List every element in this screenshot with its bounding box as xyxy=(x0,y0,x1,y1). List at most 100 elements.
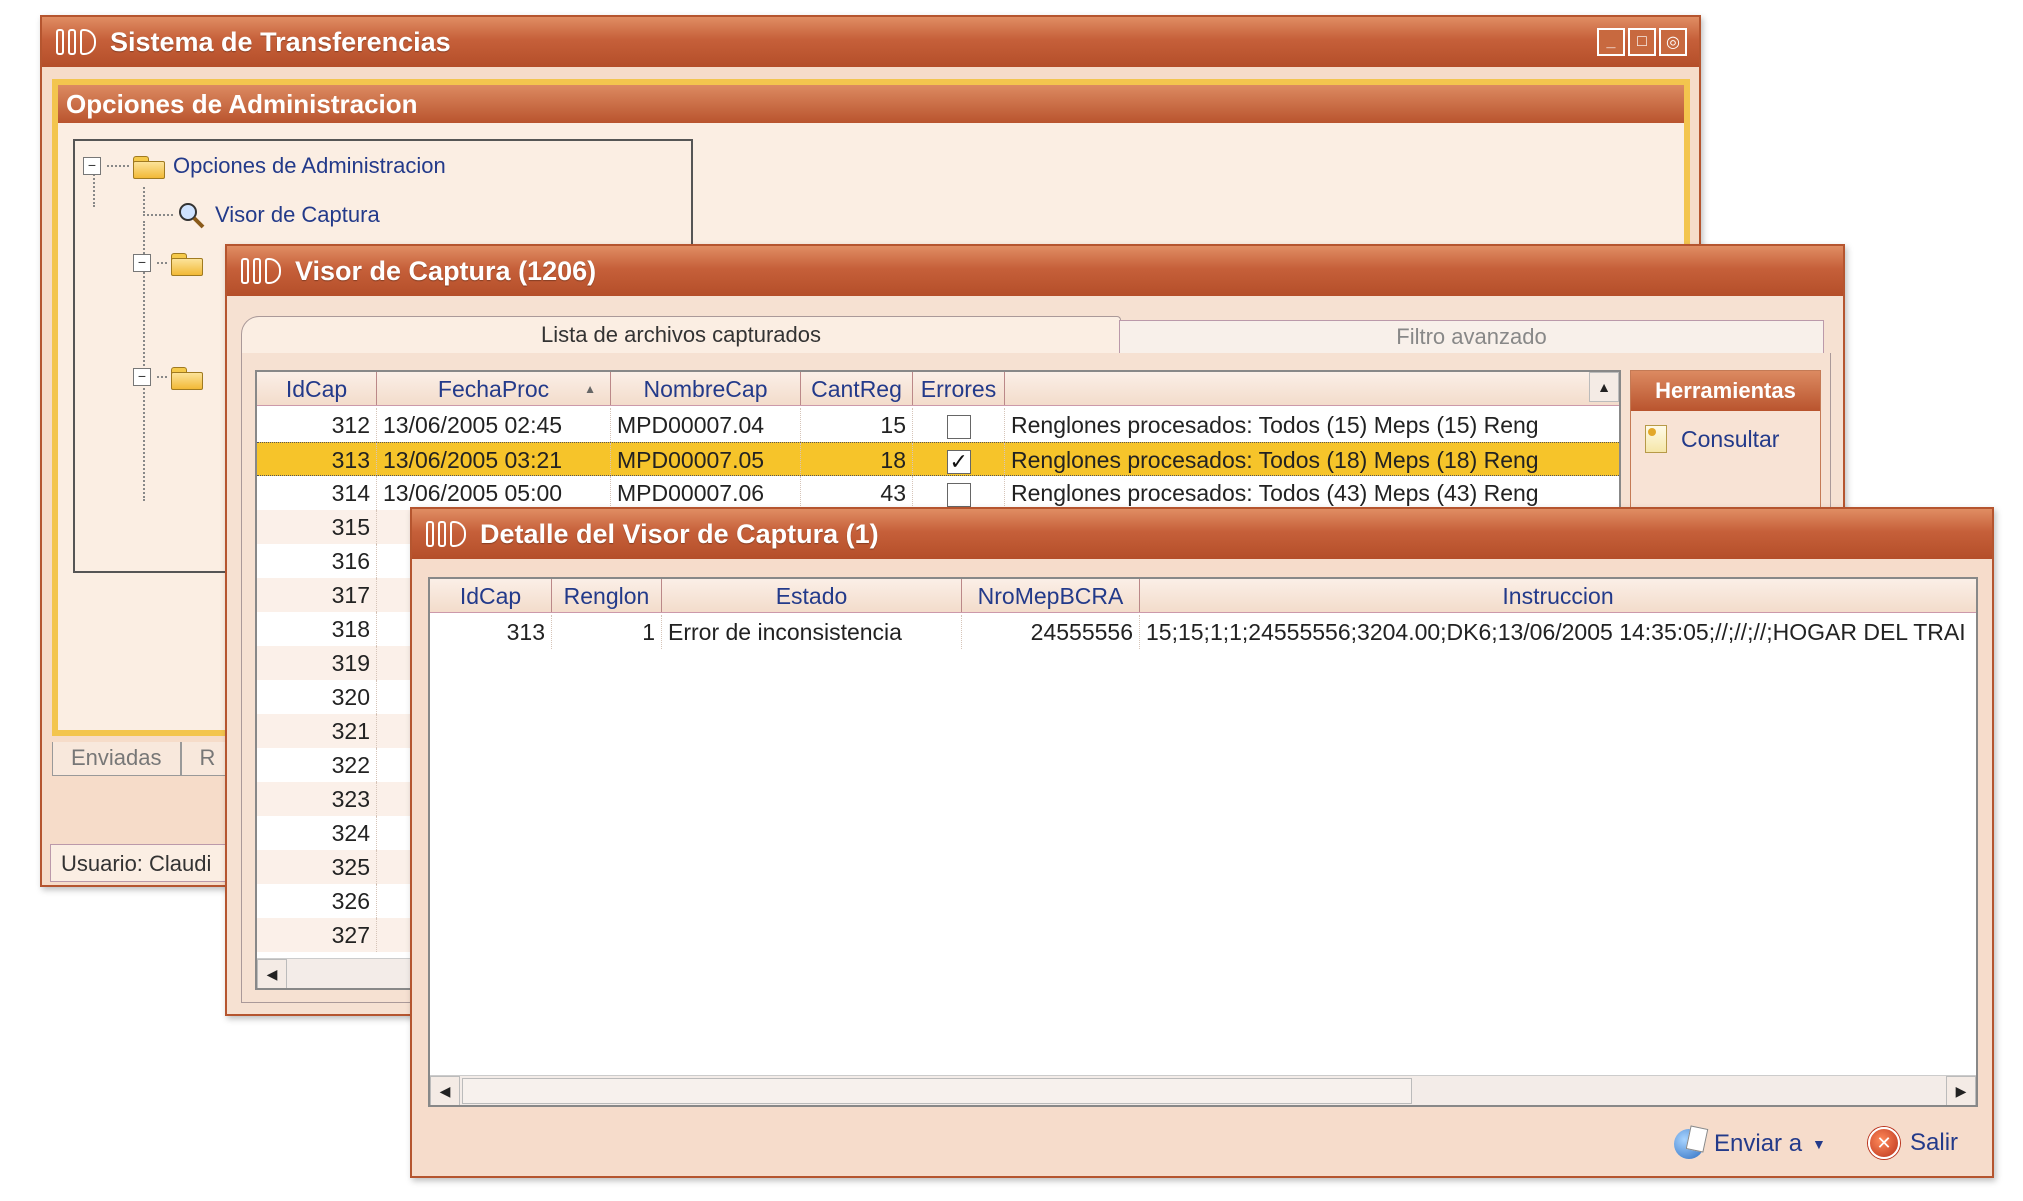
cell-idcap: 316 xyxy=(257,544,377,578)
magnifier-icon xyxy=(177,201,205,229)
scroll-left-icon[interactable]: ◀ xyxy=(257,959,287,988)
errores-checkbox[interactable] xyxy=(946,445,971,475)
admin-options-title: Opciones de Administracion xyxy=(58,85,1684,123)
cell-idcap: 313 xyxy=(430,615,552,649)
main-window-title: Sistema de Transferencias xyxy=(110,26,451,57)
cell-idcap: 312 xyxy=(257,408,377,442)
table-row[interactable]: 314 13/06/2005 05:00 MPD00007.06 43 Renglone… xyxy=(257,476,1619,510)
main-bottom-tabs: Enviadas R xyxy=(52,742,235,776)
main-title-bar[interactable]: Sistema de Transferencias _ □ ◎ xyxy=(42,17,1699,67)
salir-button[interactable]: ✕ Salir xyxy=(1868,1127,1958,1159)
cell-idcap: 315 xyxy=(257,510,377,544)
document-icon xyxy=(1645,425,1667,453)
cell-cantreg: 15 xyxy=(801,408,913,442)
minimize-icon[interactable]: _ xyxy=(1597,28,1625,56)
col-fechaproc[interactable]: FechaProc ▲ xyxy=(377,372,611,405)
tools-panel: Herramientas Consultar xyxy=(1630,370,1821,510)
detalle-window: Detalle del Visor de Captura (1) IdCap R… xyxy=(410,507,1994,1178)
cell-idcap: 326 xyxy=(257,884,377,918)
tab-lista-archivos[interactable]: Lista de archivos capturados xyxy=(241,316,1121,354)
cell-idcap: 319 xyxy=(257,646,377,680)
cell-nombrecap: MPD00007.05 xyxy=(611,443,801,475)
tools-title: Herramientas xyxy=(1631,371,1820,411)
col-renglon[interactable]: Renglon xyxy=(552,579,662,612)
sort-ascending-icon: ▲ xyxy=(584,382,596,396)
captures-table-header: IdCap FechaProc ▲ NombreCap CantReg Error… xyxy=(257,372,1619,406)
collapse-icon[interactable]: − xyxy=(83,157,101,175)
consultar-button[interactable]: Consultar xyxy=(1631,411,1820,467)
tab-filtro-avanzado[interactable]: Filtro avanzado xyxy=(1119,320,1824,354)
col-errores[interactable]: Errores xyxy=(913,372,1005,405)
col-cantreg[interactable]: CantReg xyxy=(801,372,913,405)
detalle-title-bar[interactable]: Detalle del Visor de Captura (1) xyxy=(412,509,1992,559)
salir-label: Salir xyxy=(1910,1129,1959,1156)
col-nombrecap[interactable]: NombreCap xyxy=(611,372,801,405)
tree-node-folder-3[interactable]: − xyxy=(133,365,211,390)
cell-description: Renglones procesados: Todos (18) Meps (1… xyxy=(1011,447,1539,473)
cell-idcap: 324 xyxy=(257,816,377,850)
tree-node-folder-2[interactable]: − xyxy=(133,251,211,276)
table-row[interactable]: 313 1 Error de inconsistencia 24555556 1… xyxy=(430,615,1976,649)
cell-instruccion: 15;15;1;1;24555556;3204.00;DK6;13/06/200… xyxy=(1146,619,1966,645)
cell-fechaproc: 13/06/2005 03:21 xyxy=(377,443,611,475)
visor-title-bar[interactable]: Visor de Captura (1206) xyxy=(227,246,1843,296)
enviar-a-button[interactable]: Enviar a ▼ xyxy=(1674,1129,1826,1159)
cell-cantreg: 18 xyxy=(801,443,913,475)
app-logo-icon xyxy=(241,254,283,288)
table-row[interactable]: 312 13/06/2005 02:45 MPD00007.04 15 Renglone… xyxy=(257,408,1619,442)
cell-idcap: 325 xyxy=(257,850,377,884)
cell-description: Renglones procesados: Todos (15) Meps (1… xyxy=(1011,412,1539,438)
cell-errores xyxy=(913,476,1005,510)
scroll-thumb[interactable] xyxy=(462,1078,1412,1104)
visor-tabs: Lista de archivos capturados Filtro avan… xyxy=(241,316,1831,354)
cell-idcap: 327 xyxy=(257,918,377,952)
folder-open-icon xyxy=(171,365,203,390)
col-idcap[interactable]: IdCap xyxy=(430,579,552,612)
cell-estado: Error de inconsistencia xyxy=(662,615,962,649)
visor-window-title: Visor de Captura (1206) xyxy=(295,255,597,286)
exit-icon: ✕ xyxy=(1868,1127,1900,1159)
col-idcap[interactable]: IdCap xyxy=(257,372,377,405)
cell-cantreg: 43 xyxy=(801,476,913,510)
cell-idcap: 322 xyxy=(257,748,377,782)
maximize-icon[interactable]: □ xyxy=(1628,28,1656,56)
collapse-icon[interactable]: − xyxy=(133,254,151,272)
cell-description: Renglones procesados: Todos (43) Meps (4… xyxy=(1011,480,1539,506)
folder-open-icon xyxy=(171,251,203,276)
col-estado[interactable]: Estado xyxy=(662,579,962,612)
tree-node-visor-label: Visor de Captura xyxy=(215,202,380,227)
errores-checkbox[interactable] xyxy=(946,482,971,507)
detail-hscrollbar[interactable]: ◀ ▶ xyxy=(430,1075,1976,1105)
close-icon[interactable]: ◎ xyxy=(1659,28,1687,56)
tree-node-root[interactable]: − Opciones de Administracion xyxy=(83,153,446,179)
enviar-a-label: Enviar a xyxy=(1714,1130,1803,1157)
cell-nromep: 24555556 xyxy=(962,615,1140,649)
cell-idcap: 317 xyxy=(257,578,377,612)
cell-errores xyxy=(913,408,1005,442)
collapse-icon[interactable]: − xyxy=(133,368,151,386)
scroll-left-icon[interactable]: ◀ xyxy=(430,1076,460,1105)
detail-table-header: IdCap Renglon Estado NroMepBCRA Instrucc… xyxy=(430,579,1976,613)
col-instruccion[interactable]: Instruccion xyxy=(1140,579,1976,612)
folder-open-icon xyxy=(133,154,165,179)
cell-errores xyxy=(913,443,1005,475)
cell-fechaproc: 13/06/2005 05:00 xyxy=(377,476,611,510)
cell-nombrecap: MPD00007.04 xyxy=(611,408,801,442)
cell-idcap: 313 xyxy=(257,443,377,475)
dropdown-arrow-icon: ▼ xyxy=(1812,1136,1826,1152)
cell-nombrecap: MPD00007.06 xyxy=(611,476,801,510)
detail-table: IdCap Renglon Estado NroMepBCRA Instrucc… xyxy=(428,577,1978,1107)
table-row[interactable]: 31313/06/2005 03:21MPD00007.0518 Renglone… xyxy=(257,442,1619,476)
send-icon xyxy=(1674,1129,1704,1159)
scroll-right-icon[interactable]: ▶ xyxy=(1946,1076,1976,1105)
scroll-up-icon[interactable]: ▲ xyxy=(1589,372,1619,402)
col-nromepbcra[interactable]: NroMepBCRA xyxy=(962,579,1140,612)
col-description xyxy=(1005,372,1619,405)
cell-fechaproc: 13/06/2005 02:45 xyxy=(377,408,611,442)
tab-enviadas[interactable]: Enviadas xyxy=(52,742,181,776)
errores-checkbox[interactable] xyxy=(946,414,971,439)
cell-idcap: 321 xyxy=(257,714,377,748)
app-logo-icon xyxy=(56,25,98,59)
tree-node-visor[interactable]: Visor de Captura xyxy=(143,201,380,229)
detalle-window-title: Detalle del Visor de Captura (1) xyxy=(480,518,879,549)
